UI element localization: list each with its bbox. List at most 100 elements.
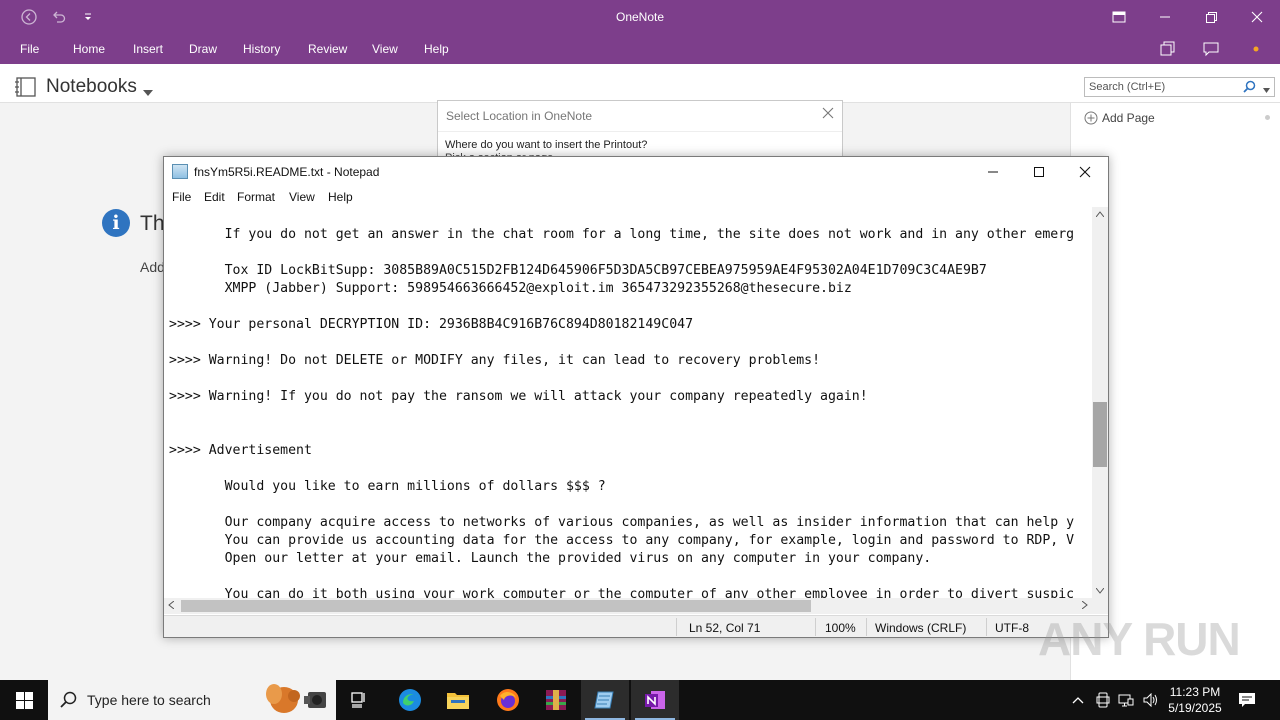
add-page-label: Add Page <box>1102 111 1155 125</box>
add-page-button[interactable]: Add Page <box>1084 111 1155 125</box>
notification-center-icon[interactable] <box>1237 690 1257 710</box>
scroll-left-arrow-icon[interactable] <box>168 600 175 611</box>
system-clock[interactable]: 11:23 PM 5/19/2025 <box>1166 684 1224 716</box>
network-icon[interactable] <box>1116 690 1136 710</box>
tray-overflow-chevron-icon[interactable] <box>1068 690 1088 710</box>
notepad-statusbar: Ln 52, Col 71 100% Windows (CRLF) UTF-8 <box>164 615 1108 637</box>
text-line: Open our letter at your email. Launch th… <box>169 551 932 566</box>
add-icon <box>1084 111 1098 125</box>
search-icon[interactable] <box>1243 80 1256 96</box>
taskbar-winrar[interactable] <box>532 680 580 720</box>
np-menu-file[interactable]: File <box>172 190 191 204</box>
scroll-up-arrow-icon[interactable] <box>1095 209 1105 219</box>
restore-button[interactable] <box>1188 0 1234 34</box>
taskbar-notepad[interactable] <box>581 680 629 720</box>
info-icon: i <box>102 209 130 237</box>
volume-icon[interactable] <box>1141 690 1161 710</box>
np-menu-help[interactable]: Help <box>328 190 353 204</box>
text-line: XMPP (Jabber) Support: 598954663666452@e… <box>169 281 852 296</box>
pages-icon[interactable] <box>1157 38 1179 60</box>
text-line: If you do not get an answer in the chat … <box>169 227 1075 242</box>
taskbar-file-explorer[interactable] <box>434 680 482 720</box>
start-button[interactable] <box>0 680 48 720</box>
notepad-text-area[interactable]: If you do not get an answer in the chat … <box>164 207 1092 598</box>
taskbar: Type here to search 11:23 PM 5/19/2025 <box>0 680 1280 720</box>
search-placeholder: Search (Ctrl+E) <box>1089 81 1166 93</box>
window-title: OneNote <box>615 10 665 24</box>
status-separator <box>986 618 987 636</box>
horizontal-scroll-thumb[interactable] <box>181 600 811 612</box>
vertical-scrollbar[interactable] <box>1092 207 1108 598</box>
notepad-close-button[interactable] <box>1062 157 1108 187</box>
firefox-icon <box>497 689 519 711</box>
onenote-titlebar: OneNote <box>0 0 1280 34</box>
notebook-icon[interactable] <box>14 77 38 100</box>
text-line: Tox ID LockBitSupp: 3085B89A0C515D2FB124… <box>169 263 987 278</box>
menu-history[interactable]: History <box>243 42 280 56</box>
notepad-menubar: File Edit Format View Help <box>164 187 1108 207</box>
clock-date: 5/19/2025 <box>1168 701 1222 715</box>
dialog-question: Where do you want to insert the Printout… <box>445 139 648 151</box>
notebooks-dropdown[interactable]: Notebooks <box>46 76 137 98</box>
search-icon <box>60 691 77 711</box>
menu-draw[interactable]: Draw <box>189 42 217 56</box>
menu-home[interactable]: Home <box>73 42 105 56</box>
tray-device-icon[interactable] <box>1093 690 1113 710</box>
text-line: >>>> Warning! If you do not pay the rans… <box>169 389 868 404</box>
taskbar-edge[interactable] <box>386 680 434 720</box>
status-line-ending: Windows (CRLF) <box>875 621 967 635</box>
status-separator <box>815 618 816 636</box>
watermark-logo: ANY RUN <box>1038 613 1241 665</box>
menu-file[interactable]: File <box>20 42 39 56</box>
close-icon <box>822 107 834 119</box>
menu-view[interactable]: View <box>372 42 398 56</box>
search-input[interactable]: Search (Ctrl+E) <box>1084 77 1275 97</box>
winrar-icon <box>546 690 566 710</box>
menu-review[interactable]: Review <box>308 42 347 56</box>
notification-dot-icon[interactable] <box>1245 38 1267 60</box>
notepad-minimize-button[interactable] <box>970 157 1016 187</box>
close-button[interactable] <box>1234 0 1280 34</box>
dialog-title: Select Location in OneNote <box>446 109 593 123</box>
info-heading: Th <box>140 212 165 235</box>
notepad-title: fnsYm5R5i.README.txt - Notepad <box>194 165 380 179</box>
text-line: >>>> Your personal DECRYPTION ID: 2936B8… <box>169 317 694 332</box>
menu-help[interactable]: Help <box>424 42 449 56</box>
scroll-down-arrow-icon[interactable] <box>1095 586 1105 596</box>
taskbar-onenote[interactable] <box>631 680 679 720</box>
taskbar-search-box[interactable]: Type here to search <box>48 680 336 720</box>
taskbar-firefox[interactable] <box>484 680 532 720</box>
task-view-button[interactable] <box>336 680 384 720</box>
vertical-scroll-thumb[interactable] <box>1093 402 1107 467</box>
menu-insert[interactable]: Insert <box>133 42 163 56</box>
search-highlight-squirrel-icon <box>258 682 334 720</box>
notepad-titlebar: fnsYm5R5i.README.txt - Notepad <box>164 157 1108 187</box>
clock-time: 11:23 PM <box>1169 685 1221 699</box>
windows-logo-icon <box>15 691 33 709</box>
horizontal-scrollbar[interactable] <box>164 598 1092 614</box>
search-scope-chevron-icon[interactable] <box>1263 84 1270 96</box>
chevron-down-icon[interactable] <box>143 85 153 99</box>
notepad-app-icon <box>594 691 614 709</box>
np-menu-view[interactable]: View <box>289 190 315 204</box>
onenote-ribbon-tabs: File Home Insert Draw History Review Vie… <box>0 34 1280 64</box>
comment-icon[interactable] <box>1200 38 1222 60</box>
status-separator <box>676 618 677 636</box>
notepad-window: fnsYm5R5i.README.txt - Notepad File Edit… <box>163 156 1109 638</box>
np-menu-format[interactable]: Format <box>237 190 275 204</box>
status-position: Ln 52, Col 71 <box>689 621 761 635</box>
status-separator <box>866 618 867 636</box>
text-line: Would you like to earn millions of dolla… <box>169 479 606 494</box>
text-line: >>>> Warning! Do not DELETE or MODIFY an… <box>169 353 821 368</box>
notepad-maximize-button[interactable] <box>1016 157 1062 187</box>
scroll-right-arrow-icon[interactable] <box>1081 600 1088 611</box>
dialog-close-button[interactable] <box>822 106 834 123</box>
task-view-icon <box>351 692 365 708</box>
dialog-divider <box>438 131 842 132</box>
taskbar-search-placeholder: Type here to search <box>87 692 211 708</box>
notepad-icon <box>172 164 188 179</box>
select-location-dialog: Select Location in OneNote Where do you … <box>437 100 843 164</box>
np-menu-edit[interactable]: Edit <box>204 190 225 204</box>
ribbon-display-options-icon[interactable] <box>1096 0 1142 34</box>
minimize-button[interactable] <box>1142 0 1188 34</box>
